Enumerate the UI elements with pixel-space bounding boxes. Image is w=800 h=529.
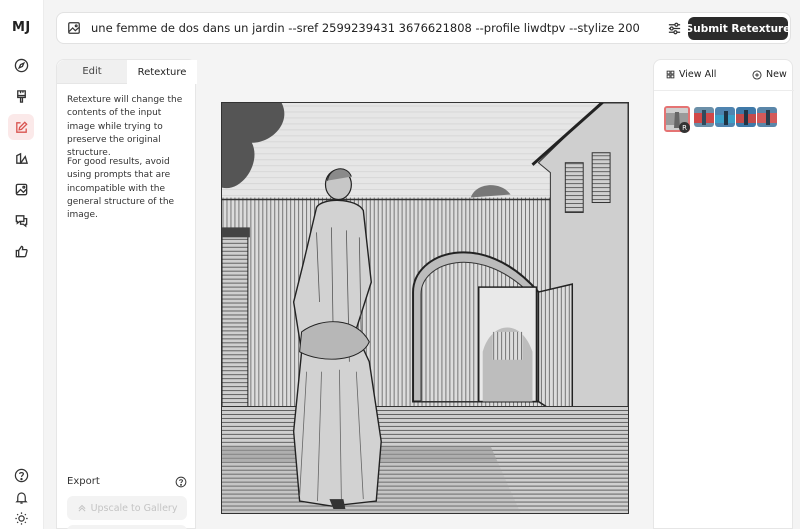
view-all-label: View All: [679, 69, 717, 80]
image-icon: [15, 183, 27, 195]
layers-icon: [15, 152, 28, 164]
create-button[interactable]: [8, 83, 34, 109]
compass-icon: [14, 58, 28, 72]
thumbnail[interactable]: [694, 107, 714, 127]
thumbnail-image: [694, 107, 714, 127]
plus-circle-icon: [752, 69, 762, 80]
thumbs-up-icon: [15, 245, 28, 257]
upscale-label: Upscale to Gallery: [90, 502, 178, 514]
chat-button[interactable]: [8, 207, 34, 233]
help-icon[interactable]: [14, 468, 29, 483]
chat-icon: [15, 214, 27, 227]
upscale-to-gallery-button[interactable]: Upscale to Gallery: [67, 496, 187, 520]
retexture-tip: For good results, avoid using prompts th…: [67, 157, 175, 221]
nav-rail: MJ: [0, 0, 44, 529]
tab-edit[interactable]: Edit: [57, 60, 127, 84]
thumbnail[interactable]: [715, 107, 735, 127]
grid-icon: [666, 70, 675, 79]
submit-retexture-button[interactable]: Submit Retexture: [686, 17, 790, 40]
logo[interactable]: MJ: [12, 20, 31, 35]
sun-icon[interactable]: [14, 511, 29, 526]
edit-nav-button[interactable]: [8, 114, 34, 140]
image-icon[interactable]: [67, 21, 81, 35]
thumbnail[interactable]: [757, 107, 777, 127]
thumbnail-image: [715, 107, 735, 127]
brush-icon: [16, 89, 26, 103]
edit-icon: [15, 120, 28, 133]
prompt-bar: une femme de dos dans un jardin --sref 2…: [56, 12, 791, 44]
thumbnail-image: [736, 107, 756, 127]
retexture-badge: R: [679, 122, 690, 133]
new-label: New: [766, 69, 787, 80]
secondary-export-button[interactable]: [67, 525, 187, 529]
prompt-input[interactable]: une femme de dos dans un jardin --sref 2…: [91, 21, 640, 35]
image-canvas: [204, 59, 644, 529]
thumbnail-image: [757, 107, 777, 127]
view-all-button[interactable]: View All: [666, 69, 716, 80]
input-image[interactable]: [221, 102, 629, 514]
sliders-icon[interactable]: [667, 21, 682, 36]
upscale-icon: [78, 504, 86, 512]
explore-button[interactable]: [8, 52, 34, 78]
organize-button[interactable]: [8, 145, 34, 171]
new-button[interactable]: New: [752, 69, 787, 80]
tab-bar: Edit Retexture: [57, 60, 197, 84]
engraving-artwork: [222, 103, 628, 513]
thumbnail[interactable]: [736, 107, 756, 127]
gallery-button[interactable]: [8, 176, 34, 202]
left-panel: Edit Retexture Retexture will change the…: [56, 59, 197, 529]
help-icon[interactable]: [175, 476, 187, 488]
bell-icon[interactable]: [14, 490, 29, 505]
right-panel: View All New R: [653, 59, 794, 529]
divider: [654, 90, 794, 91]
export-label: Export: [67, 476, 100, 487]
tab-retexture[interactable]: Retexture: [127, 60, 197, 84]
likes-button[interactable]: [8, 238, 34, 264]
retexture-description: Retexture will change the contents of th…: [67, 95, 183, 159]
